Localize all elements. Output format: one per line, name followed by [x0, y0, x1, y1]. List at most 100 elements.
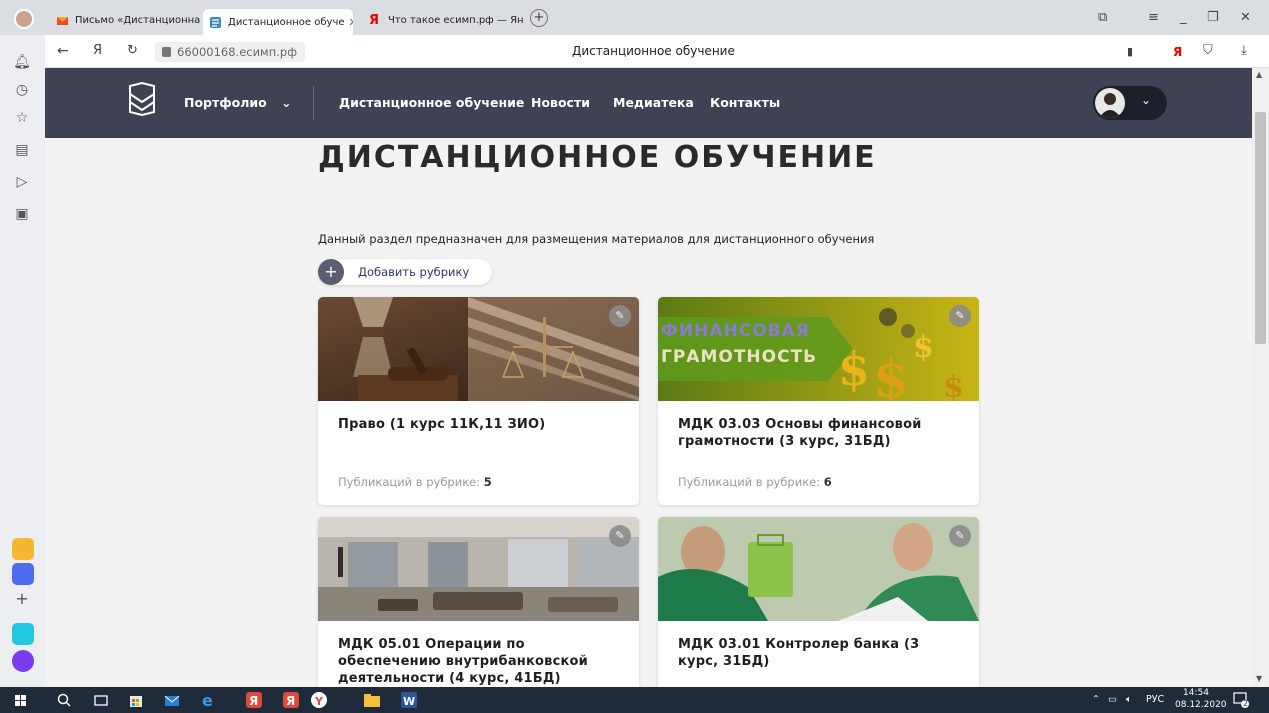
messenger-app-icon[interactable]: [12, 563, 34, 585]
yandex-icon[interactable]: Я: [1173, 45, 1182, 59]
site-header: Портфолио ⌄ Дистанционное обучение Новос…: [45, 68, 1252, 138]
yandex-browser-icon[interactable]: Я: [245, 691, 263, 709]
page-scrollbar[interactable]: ▲ ▼: [1252, 68, 1269, 687]
svg-text:W: W: [403, 695, 415, 708]
svg-text:Я: Я: [286, 694, 295, 708]
address-bar: ← Я ↻ 66000168.есимп.рф Дистанционное об…: [45, 35, 1269, 68]
nav-contacts[interactable]: Контакты: [710, 95, 780, 110]
edit-icon[interactable]: ✎: [949, 525, 971, 547]
close-icon[interactable]: ✕: [349, 16, 353, 29]
rubric-card[interactable]: ✎ МДК 05.01 Операции по обеспечению внут…: [318, 517, 639, 713]
download-icon[interactable]: ⤓: [1241, 43, 1247, 58]
card-image-bank: [658, 517, 979, 621]
mail-app-icon[interactable]: [12, 538, 34, 560]
avatar: [1095, 88, 1125, 118]
user-menu[interactable]: ⌄: [1093, 86, 1167, 120]
nav-distance-learning[interactable]: Дистанционное обучение: [339, 95, 524, 110]
site-favicon-icon: [209, 16, 222, 29]
folder-icon[interactable]: [363, 691, 381, 709]
site-logo-icon[interactable]: [127, 81, 157, 117]
word-icon[interactable]: W: [400, 691, 418, 709]
tab-mail[interactable]: Письмо «Дистанционная: [50, 9, 200, 31]
media-app-icon[interactable]: [12, 623, 34, 645]
extension-icon[interactable]: ⛉: [1203, 43, 1213, 58]
taskbar: e Я Я Y W ⌃ ▭ 🔈︎ РУС 14:54 08.12.2020 2: [0, 687, 1269, 713]
menu-icon[interactable]: ≡: [1148, 10, 1159, 25]
edit-icon[interactable]: ✎: [609, 305, 631, 327]
nav-media[interactable]: Медиатека: [613, 95, 694, 110]
task-view-icon[interactable]: [92, 691, 110, 709]
close-window-icon[interactable]: ✕: [1240, 10, 1251, 25]
svg-text:e: e: [202, 691, 213, 709]
card-image-law: [318, 297, 639, 401]
rubric-card[interactable]: ✎ Право (1 курс 11К,11 ЗИО) Публикаций в…: [318, 297, 639, 505]
collections-icon[interactable]: ▤: [13, 141, 31, 159]
clock-date[interactable]: 08.12.2020: [1175, 700, 1227, 710]
network-icon[interactable]: ▭: [1108, 694, 1117, 705]
svg-text:$: $: [913, 330, 934, 365]
clock-time[interactable]: 14:54: [1183, 688, 1209, 698]
volume-icon[interactable]: 🔈︎: [1126, 694, 1132, 705]
page-description: Данный раздел предназначен для размещени…: [318, 232, 875, 246]
edit-icon[interactable]: ✎: [609, 525, 631, 547]
calendar-icon[interactable]: ▣: [13, 205, 31, 223]
profile-avatar[interactable]: [14, 9, 34, 29]
search-icon[interactable]: [55, 691, 73, 709]
svg-text:$: $: [943, 370, 964, 401]
scrollbar-thumb[interactable]: [1255, 112, 1266, 344]
card-publications: Публикаций в рубрике: 5: [338, 475, 492, 489]
history-icon[interactable]: ◷: [13, 81, 31, 99]
mail-icon: [56, 14, 69, 27]
alice-app-icon[interactable]: [12, 650, 34, 672]
tab-label: Письмо «Дистанционная: [75, 14, 200, 26]
scroll-up-icon[interactable]: ▲: [1256, 70, 1262, 79]
restore-icon[interactable]: ❐: [1207, 10, 1219, 25]
tab-label: Что такое есимп.рф — Ян: [388, 14, 523, 26]
bookmark-icon[interactable]: ▮: [1127, 45, 1133, 58]
windows-start-icon[interactable]: [12, 691, 30, 709]
svg-text:Я: Я: [249, 694, 258, 708]
tab-yandex[interactable]: Я Что такое есимп.рф — Ян: [363, 9, 523, 31]
add-app-icon[interactable]: +: [13, 590, 31, 608]
nav-divider: [313, 86, 314, 120]
tray-chevron-up-icon[interactable]: ⌃: [1092, 694, 1100, 705]
rubric-card[interactable]: ✎ МДК 03.01 Контролер банка (3 курс, 31Б…: [658, 517, 979, 713]
add-rubric-button[interactable]: + Добавить рубрику: [318, 259, 492, 285]
notifications-icon[interactable]: 🔔︎: [13, 53, 31, 71]
minimize-icon[interactable]: _: [1180, 10, 1187, 25]
lock-icon: [162, 47, 171, 57]
yandex-icon: Я: [369, 12, 380, 28]
language-indicator[interactable]: РУС: [1146, 694, 1164, 705]
yandex-browser-icon[interactable]: Я: [282, 691, 300, 709]
card-title[interactable]: МДК 05.01 Операции по обеспечению внутри…: [338, 636, 623, 687]
back-icon[interactable]: ←: [57, 43, 69, 59]
new-tab-button[interactable]: +: [530, 9, 548, 27]
mail-icon[interactable]: [163, 691, 181, 709]
edge-icon[interactable]: e: [200, 691, 218, 710]
tab-label: Дистанционное обуче: [228, 16, 345, 28]
nav-portfolio[interactable]: Портфолио ⌄: [184, 95, 292, 110]
svg-text:Y: Y: [314, 695, 324, 708]
scroll-down-icon[interactable]: ▼: [1256, 674, 1262, 683]
store-icon[interactable]: [127, 691, 145, 709]
card-title[interactable]: МДК 03.01 Контролер банка (3 курс, 31БД): [678, 636, 963, 670]
rubric-card[interactable]: $ $ $ $ ФИНАНСОВАЯ ГРАМОТНОСТЬ ✎ МДК 03.…: [658, 297, 979, 505]
yandex-icon[interactable]: Y: [310, 691, 328, 709]
page-title-bar: Дистанционное обучение: [572, 44, 735, 58]
card-title[interactable]: Право (1 курс 11К,11 ЗИО): [338, 416, 623, 433]
url-text: 66000168.есимп.рф: [177, 45, 298, 59]
nav-news[interactable]: Новости: [531, 95, 590, 110]
card-title[interactable]: МДК 03.03 Основы финансовой грамотности …: [678, 416, 963, 450]
card-publications: Публикаций в рубрике: 6: [678, 475, 832, 489]
browser-tab-bar: Письмо «Дистанционная Дистанционное обуч…: [0, 0, 1269, 35]
url-field[interactable]: 66000168.есимп.рф: [155, 42, 306, 62]
plus-icon: +: [318, 259, 344, 285]
edit-icon[interactable]: ✎: [949, 305, 971, 327]
tab-distance-learning[interactable]: Дистанционное обуче ✕: [203, 9, 353, 35]
tabs-icon[interactable]: ⧉: [1098, 10, 1107, 25]
card-image-office: [318, 517, 639, 621]
star-icon[interactable]: ☆: [13, 109, 31, 127]
play-icon[interactable]: ▷: [13, 173, 31, 191]
reload-icon[interactable]: ↻: [127, 43, 138, 58]
yandex-logo-icon[interactable]: Я: [93, 43, 102, 58]
